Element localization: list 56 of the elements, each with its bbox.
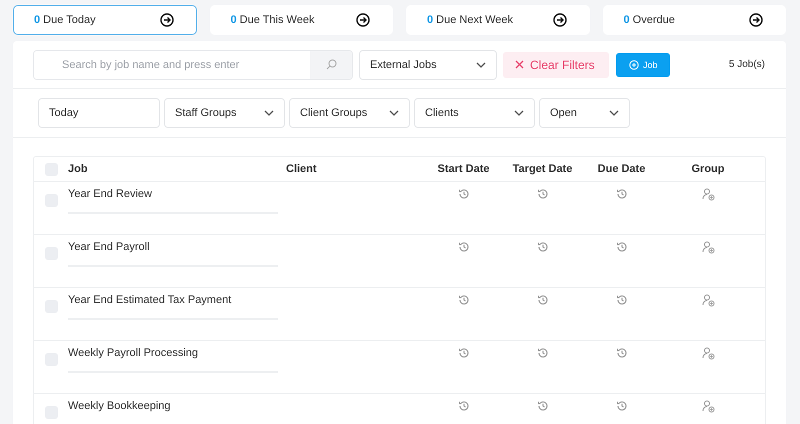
history-icon[interactable] (536, 347, 548, 359)
filter-dropdown[interactable]: Staff Groups (164, 98, 285, 128)
column-header: Job (68, 163, 88, 175)
plus-circle-icon (629, 60, 639, 70)
chevron-down-icon (514, 110, 524, 116)
summary-card[interactable]: 0 Overdue (602, 5, 786, 35)
job-name: Weekly Bookkeeping (68, 400, 171, 412)
job-count: 5 Job(s) (728, 59, 765, 70)
job-name: Weekly Payroll Processing (68, 347, 198, 359)
history-icon[interactable] (536, 294, 548, 306)
history-icon[interactable] (536, 188, 548, 200)
filter-dropdown[interactable]: Clients (414, 98, 535, 128)
search-button[interactable] (310, 50, 352, 78)
job-name: Year End Review (68, 188, 152, 200)
history-icon[interactable] (458, 294, 470, 306)
close-icon (515, 60, 524, 69)
column-header: Target Date (512, 163, 572, 175)
history-icon[interactable] (536, 241, 548, 253)
user-add-icon[interactable] (702, 294, 714, 307)
chevron-down-icon (389, 110, 399, 116)
history-icon[interactable] (458, 241, 470, 253)
chevron-down-icon (264, 110, 274, 116)
history-icon[interactable] (458, 347, 470, 359)
arrow-right-circle-icon (749, 13, 763, 27)
history-icon[interactable] (616, 294, 628, 306)
history-icon[interactable] (458, 188, 470, 200)
filter-dropdown[interactable]: Open (539, 98, 630, 128)
column-header: Start Date (438, 163, 490, 175)
chevron-down-icon (609, 110, 619, 116)
arrow-right-circle-icon (552, 13, 566, 27)
history-icon[interactable] (536, 400, 548, 412)
history-icon[interactable] (616, 347, 628, 359)
column-header: Group (692, 163, 724, 175)
user-add-icon[interactable] (702, 347, 714, 360)
job-name: Year End Estimated Tax Payment (68, 294, 232, 306)
user-add-icon[interactable] (702, 188, 714, 201)
search-field[interactable]: Search by job name and press enter (33, 50, 353, 80)
user-add-icon[interactable] (702, 241, 714, 254)
filter-dropdown[interactable]: Client Groups (289, 98, 410, 128)
chevron-down-icon (476, 62, 486, 68)
history-icon[interactable] (458, 400, 470, 412)
job-name: Year End Payroll (68, 241, 150, 253)
arrow-right-circle-icon (356, 13, 370, 27)
date-filter-field[interactable]: Today (38, 98, 160, 128)
summary-card[interactable]: 0 Due This Week (210, 5, 393, 35)
history-icon[interactable] (616, 188, 628, 200)
summary-card[interactable]: 0 Due Next Week (406, 5, 590, 35)
column-header: Client (286, 163, 317, 175)
column-header: Due Date (598, 163, 646, 175)
summary-card[interactable]: 0 Due Today (13, 5, 196, 35)
arrow-right-circle-icon (160, 13, 174, 27)
search-icon (326, 59, 336, 70)
user-add-icon[interactable] (702, 400, 714, 413)
history-icon[interactable] (616, 400, 628, 412)
history-icon[interactable] (616, 241, 628, 253)
job-type-dropdown[interactable]: External Jobs (359, 50, 497, 80)
